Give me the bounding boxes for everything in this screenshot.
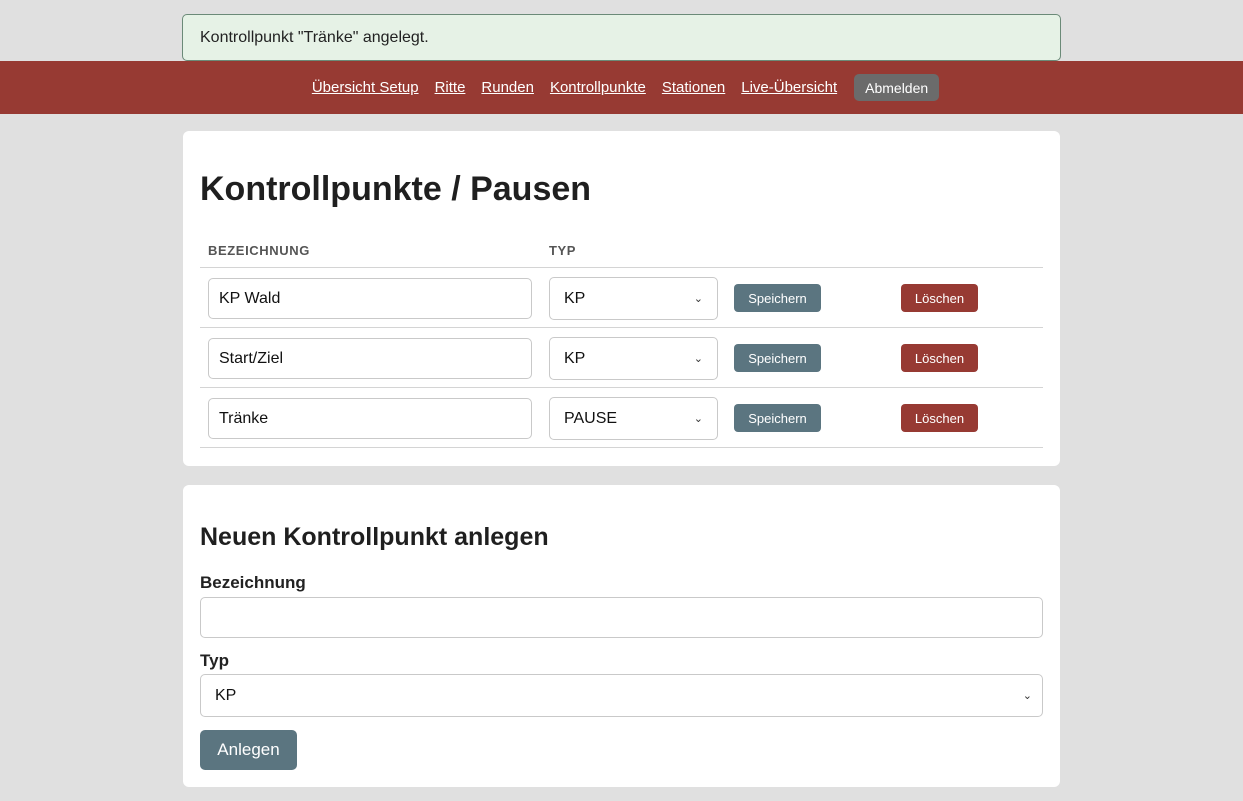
row-type-value: KP <box>564 349 586 367</box>
row-type-value: PAUSE <box>564 409 618 427</box>
logout-button[interactable]: Abmelden <box>854 74 940 101</box>
nav-link-kontrollpunkte[interactable]: Kontrollpunkte <box>550 79 646 96</box>
nav-link-uebersicht-setup[interactable]: Übersicht Setup <box>312 79 419 96</box>
row-name-input[interactable]: Tränke <box>208 398 532 439</box>
save-button[interactable]: Speichern <box>734 284 821 312</box>
save-button[interactable]: Speichern <box>734 404 821 432</box>
save-button[interactable]: Speichern <box>734 344 821 372</box>
nav-link-stationen[interactable]: Stationen <box>662 79 725 96</box>
flash-text: Kontrollpunkt "Tränke" angelegt. <box>200 28 429 46</box>
row-name-input[interactable]: KP Wald <box>208 278 532 319</box>
new-type-value: KP <box>215 686 237 704</box>
column-header-name: BEZEICHNUNG <box>208 243 310 258</box>
delete-button[interactable]: Löschen <box>901 284 978 312</box>
delete-button[interactable]: Löschen <box>901 404 978 432</box>
row-name-value: Tränke <box>219 409 269 427</box>
chevron-down-icon: ⌄ <box>693 353 703 365</box>
table-row: Start/Ziel KP ⌄ Speichern Löschen <box>200 328 1043 388</box>
row-name-value: Start/Ziel <box>219 349 284 367</box>
row-type-select[interactable]: KP ⌄ <box>549 277 718 320</box>
type-field-label: Typ <box>200 651 229 670</box>
top-navbar: Übersicht Setup Ritte Runden Kontrollpun… <box>0 61 1243 114</box>
table-header: BEZEICHNUNG TYP <box>200 236 1043 268</box>
row-type-select[interactable]: KP ⌄ <box>549 337 718 380</box>
chevron-down-icon: ⌄ <box>693 413 703 425</box>
checkpoints-list-card: Kontrollpunkte / Pausen BEZEICHNUNG TYP … <box>183 131 1060 466</box>
table-row: Tränke PAUSE ⌄ Speichern Löschen <box>200 388 1043 448</box>
nav-link-ritte[interactable]: Ritte <box>435 79 466 96</box>
new-type-select[interactable]: KP ⌄ <box>200 674 1043 717</box>
create-checkpoint-card: Neuen Kontrollpunkt anlegen Bezeichnung … <box>183 485 1060 787</box>
delete-button[interactable]: Löschen <box>901 344 978 372</box>
column-header-type: TYP <box>549 243 577 258</box>
row-name-input[interactable]: Start/Ziel <box>208 338 532 379</box>
nav-link-live-uebersicht[interactable]: Live-Übersicht <box>741 79 837 96</box>
nav-link-runden[interactable]: Runden <box>481 79 534 96</box>
create-section-title: Neuen Kontrollpunkt anlegen <box>200 523 549 551</box>
page-title: Kontrollpunkte / Pausen <box>200 170 592 208</box>
chevron-down-icon: ⌄ <box>693 293 703 305</box>
row-name-value: KP Wald <box>219 289 281 307</box>
create-button[interactable]: Anlegen <box>200 730 297 770</box>
name-field-label: Bezeichnung <box>200 573 306 592</box>
row-type-value: KP <box>564 289 586 307</box>
new-name-input[interactable] <box>200 597 1043 638</box>
chevron-down-icon: ⌄ <box>1022 690 1032 702</box>
row-type-select[interactable]: PAUSE ⌄ <box>549 397 718 440</box>
table-row: KP Wald KP ⌄ Speichern Löschen <box>200 268 1043 328</box>
success-flash-message: Kontrollpunkt "Tränke" angelegt. <box>182 14 1061 61</box>
